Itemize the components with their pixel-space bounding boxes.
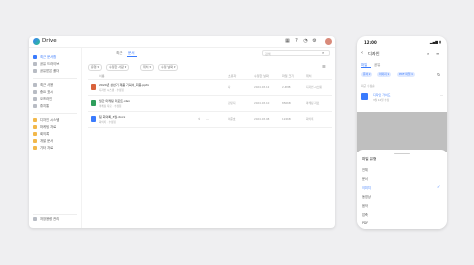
sidebar-item-starred[interactable]: 중요 표시 (33, 89, 79, 96)
folder-icon (33, 146, 37, 150)
sidebar-folder-5[interactable]: 기타 자료 (33, 145, 79, 152)
divider (88, 127, 332, 128)
mobile-phone: 12:00 ▂▄▆ ▮ ‹ 디자인 ⌕ ≡ 파일 공유 문서 ▾ 이미지 ▾ P… (357, 36, 447, 229)
option-images[interactable]: 이미지 (362, 185, 371, 190)
tab-shared[interactable]: 공유 (374, 62, 380, 67)
folder-icon (33, 118, 37, 122)
app-title: Drive (42, 38, 57, 44)
sidebar-item-shared-folder[interactable]: 공유받은 폴더 (33, 68, 79, 75)
column-owner[interactable]: 소유자 (228, 74, 236, 78)
filter-type[interactable]: 유형 ▾ (88, 64, 102, 71)
sidebar-item-shared-drive[interactable]: 공유 드라이브 (33, 61, 79, 68)
recent-icon (33, 83, 37, 87)
divider (33, 78, 77, 79)
column-name[interactable]: 이름 (99, 74, 105, 78)
table-row[interactable]: 월간 마케팅 리포트.xlsx 마케팅 자료 · 수정됨 김민지 2024.03… (88, 98, 332, 110)
offline-icon (33, 97, 37, 101)
divider (88, 111, 332, 112)
slides-file-icon (91, 84, 96, 90)
shared-folder-icon (33, 69, 37, 73)
sidebar: 최근 문서함 공유 드라이브 공유받은 폴더 최근 사용 중요 표시 오프라인 … (29, 48, 81, 228)
option-all[interactable]: 전체 (362, 167, 368, 172)
search-input[interactable]: 검색 (262, 50, 330, 56)
doc-file-icon (361, 93, 368, 100)
sidebar-folder-1[interactable]: 디자인 시스템 (33, 117, 79, 124)
option-music[interactable]: 음악 (362, 203, 368, 208)
sidebar-item-offline[interactable]: 오프라인 (33, 96, 79, 103)
sidebar-folder-4[interactable]: 개발 문서 (33, 138, 79, 145)
drive-logo-icon (33, 38, 40, 45)
option-zip[interactable]: 압축 (362, 212, 368, 217)
shared-drive-icon (33, 62, 37, 66)
sidebar-item-trash[interactable]: 휴지통 (33, 103, 79, 110)
status-icons: ▂▄▆ ▮ (429, 40, 441, 44)
sheet-title: 파일 유형 (362, 157, 377, 161)
filter-modifier[interactable]: 수정한 사람 ▾ (106, 64, 130, 71)
cloud-icon (33, 217, 37, 221)
column-size[interactable]: 파일 크기 (282, 74, 294, 78)
column-location[interactable]: 위치 (306, 74, 312, 78)
top-bar: Drive ▦ ? ◔ ⚙ (29, 36, 335, 48)
star-icon (33, 90, 37, 94)
back-icon[interactable]: ‹ (361, 50, 363, 56)
view-toggle-icon[interactable]: ☰ (322, 64, 326, 69)
option-docs[interactable]: 문서 (362, 176, 368, 181)
page-title: 디자인 (368, 51, 380, 56)
trash-icon (33, 104, 37, 108)
file-type-sheet: 파일 유형 전체 문서 이미지 ✓ 동영상 음악 압축 PDF (357, 150, 447, 229)
more-icon[interactable]: ⋯ (440, 94, 444, 98)
avatar[interactable] (325, 38, 332, 45)
tab-recent[interactable]: 최근 (116, 51, 123, 56)
option-pdf[interactable]: PDF (362, 221, 368, 225)
divider (88, 79, 332, 80)
main-content: 최근 문서 검색 ⌕ 유형 ▾ 수정한 사람 ▾ 위치 ▾ 수정 날짜 ▾ ☰ … (81, 48, 335, 228)
gear-icon[interactable]: ⚙ (312, 39, 317, 44)
clock-icon (33, 55, 37, 59)
bell-icon[interactable]: ◔ (303, 39, 308, 44)
folder-icon (33, 125, 37, 129)
share-icon[interactable]: ⇪ (198, 117, 201, 121)
tab-indicator (127, 56, 137, 57)
filter-chip-pdf[interactable]: PDF 파일 ▾ (397, 72, 415, 77)
check-icon: ✓ (437, 184, 441, 189)
list-item[interactable]: 디자인 가이드 3월 12일 수정 ⋯ (361, 92, 443, 104)
grid-icon[interactable]: ▦ (285, 39, 290, 44)
help-icon[interactable]: ? (294, 39, 299, 44)
folder-icon (33, 139, 37, 143)
divider (33, 113, 77, 114)
filter-chip-docs[interactable]: 문서 ▾ (361, 72, 373, 77)
table-row[interactable]: 팀 회의록_3월.docx 회의록 · 수정됨 ⇪ ⋯ 이준호 2024.03.… (88, 114, 332, 126)
doc-file-icon (91, 116, 96, 122)
status-time: 12:00 (364, 40, 377, 45)
sidebar-item-recent[interactable]: 최근 사용 (33, 82, 79, 89)
option-video[interactable]: 동영상 (362, 194, 371, 199)
filter-chip-images[interactable]: 이미지 ▾ (377, 72, 392, 77)
search-icon[interactable]: ⌕ (322, 50, 324, 55)
tab-indicator (361, 67, 371, 68)
filter-location[interactable]: 위치 ▾ (140, 64, 154, 71)
sheet-file-icon (91, 100, 96, 106)
sidebar-folder-2[interactable]: 마케팅 자료 (33, 124, 79, 131)
more-icon[interactable]: ⋯ (206, 117, 209, 121)
drive-window: Drive ▦ ? ◔ ⚙ 최근 문서함 공유 드라이브 공유받은 폴더 최근 … (29, 36, 335, 228)
divider (88, 95, 332, 96)
sidebar-folder-3[interactable]: 회의록 (33, 131, 79, 138)
column-date[interactable]: 수정한 날짜 (254, 74, 269, 78)
divider (33, 214, 77, 215)
sort-label[interactable]: 최근 수정순 (361, 84, 375, 88)
sheet-handle[interactable] (394, 153, 410, 154)
sidebar-item-recent-docs[interactable]: 최근 문서함 (33, 54, 79, 61)
storage-link[interactable]: 저장용량 관리 (33, 216, 79, 222)
filter-date[interactable]: 수정 날짜 ▾ (158, 64, 179, 71)
refresh-icon[interactable]: ↻ (437, 72, 440, 77)
menu-icon[interactable]: ≡ (436, 51, 439, 56)
folder-icon (33, 132, 37, 136)
search-icon[interactable]: ⌕ (427, 51, 429, 56)
sheet-backdrop[interactable] (357, 112, 447, 152)
table-row[interactable]: 2024년 상반기 제품 기획서_최종.pptx 디자인 시스템 · 수정됨 나… (88, 82, 332, 94)
